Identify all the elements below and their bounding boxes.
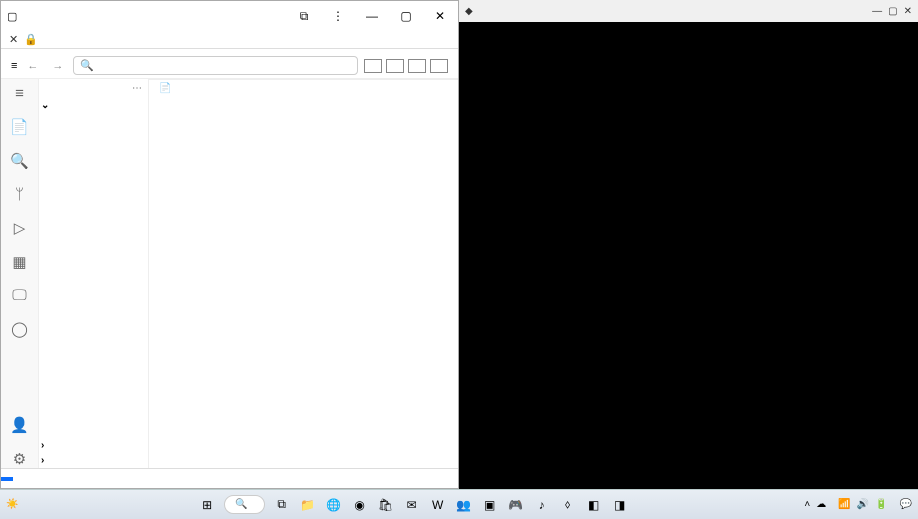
task-view-icon[interactable]: ⧉ (273, 496, 291, 514)
chevron-down-icon: ⌄ (41, 100, 49, 111)
close-tab-icon[interactable]: ✕ (9, 33, 18, 46)
explorer-icon[interactable]: 📄 (10, 118, 29, 136)
menu-button[interactable]: ≡ (11, 60, 17, 72)
store-icon[interactable]: 🛍 (377, 496, 395, 514)
code-area[interactable] (149, 97, 458, 468)
toolbar: ≡ ← → 🔍 (1, 53, 458, 79)
mingw-icon: ◆ (465, 6, 473, 17)
search-nav-icon[interactable]: 🔍 (10, 152, 29, 170)
vscode-window: ▢ ⧉ ⋮ — ▢ ✕ ✕ 🔒 ≡ ← → 🔍 (0, 0, 459, 489)
editor: 📄 (149, 79, 458, 468)
command-palette[interactable]: 🔍 (73, 56, 358, 75)
layout-btn-3[interactable] (408, 59, 426, 73)
search-icon: 🔍 (80, 59, 94, 72)
chrome-icon[interactable]: ◉ (351, 496, 369, 514)
minimize-button[interactable]: — (360, 6, 384, 26)
app-icon[interactable]: ◧ (585, 496, 603, 514)
edge-icon[interactable]: 🌐 (325, 496, 343, 514)
more-icon[interactable]: ⋯ (132, 83, 142, 94)
ext-icon[interactable]: ⧉ (292, 6, 316, 26)
forward-button[interactable]: → (48, 60, 67, 72)
activity-bar: ≡ 📄 🔍 ᛘ ▷ ▦ 🖵 ◯ 👤 ⚙ (1, 79, 39, 468)
extensions-icon[interactable]: ▦ (12, 253, 26, 271)
close-button[interactable]: ✕ (428, 6, 452, 26)
taskbar-search[interactable]: 🔍 (224, 495, 264, 514)
discord-icon[interactable]: 🎮 (507, 496, 525, 514)
onedrive-icon[interactable]: ☁ (816, 499, 826, 510)
search-icon: 🔍 (235, 499, 247, 510)
teams-icon[interactable]: 👥 (455, 496, 473, 514)
terminal-titlebar: ◆ — ▢ ✕ (459, 0, 918, 22)
terminal-body[interactable] (459, 22, 918, 489)
wifi-icon[interactable]: 📶 (838, 499, 850, 510)
menu-icon[interactable]: ⋮ (326, 6, 350, 26)
start-button[interactable]: ⊞ (198, 496, 216, 514)
vscode-taskbar-icon[interactable]: ⬨ (559, 496, 577, 514)
github-icon[interactable]: ◯ (11, 320, 28, 338)
settings-icon[interactable]: ⚙ (13, 450, 26, 468)
taskbar: ☀️ ⊞ 🔍 ⧉ 📁 🌐 ◉ 🛍 ✉ W 👥 ▣ 🎮 ♪ ⬨ ◧ ◨ ˄ ☁ 📶… (0, 489, 918, 519)
notification-icon[interactable]: 💬 (900, 499, 912, 510)
source-control-icon[interactable]: ᛘ (15, 186, 24, 203)
layout-btn-2[interactable] (386, 59, 404, 73)
status-bar (1, 468, 458, 488)
explorer-taskbar-icon[interactable]: 📁 (299, 496, 317, 514)
remote-icon[interactable]: 🖵 (12, 287, 26, 304)
term-minimize-button[interactable]: — (872, 6, 882, 17)
section-timeline[interactable]: › (39, 453, 148, 468)
tray-chevron-icon[interactable]: ˄ (804, 499, 810, 510)
vscode-titlebar: ▢ ⧉ ⋮ — ▢ ✕ (1, 1, 458, 31)
term-maximize-button[interactable]: ▢ (888, 6, 897, 17)
breadcrumb-path[interactable]: 📄 (149, 80, 458, 97)
side-panel: ⋯ ⌄ › › (39, 79, 149, 468)
maximize-button[interactable]: ▢ (394, 6, 418, 26)
spotify-icon[interactable]: ♪ (533, 496, 551, 514)
weather-icon[interactable]: ☀️ (6, 499, 18, 510)
term-close-button[interactable]: ✕ (904, 6, 912, 17)
volume-icon[interactable]: 🔊 (857, 499, 869, 510)
terminal-window: ◆ — ▢ ✕ (459, 0, 918, 489)
app2-icon[interactable]: ◨ (611, 496, 629, 514)
back-button[interactable]: ← (23, 60, 42, 72)
menu-icon[interactable]: ≡ (15, 85, 24, 102)
layout-btn-1[interactable] (364, 59, 382, 73)
project-header[interactable]: ⌄ (39, 98, 148, 113)
section-esquema[interactable]: › (39, 438, 148, 453)
account-icon[interactable]: 👤 (10, 416, 29, 434)
word-icon[interactable]: W (429, 496, 447, 514)
terminal-taskbar-icon[interactable]: ▣ (481, 496, 499, 514)
battery-icon[interactable]: 🔋 (875, 499, 887, 510)
url-row: ✕ 🔒 (1, 31, 458, 49)
lock-icon: 🔒 (24, 33, 38, 46)
tab-favicon-icon: ▢ (7, 10, 17, 23)
mail-icon[interactable]: ✉ (403, 496, 421, 514)
layout-btn-4[interactable] (430, 59, 448, 73)
debug-icon[interactable]: ▷ (14, 219, 26, 237)
